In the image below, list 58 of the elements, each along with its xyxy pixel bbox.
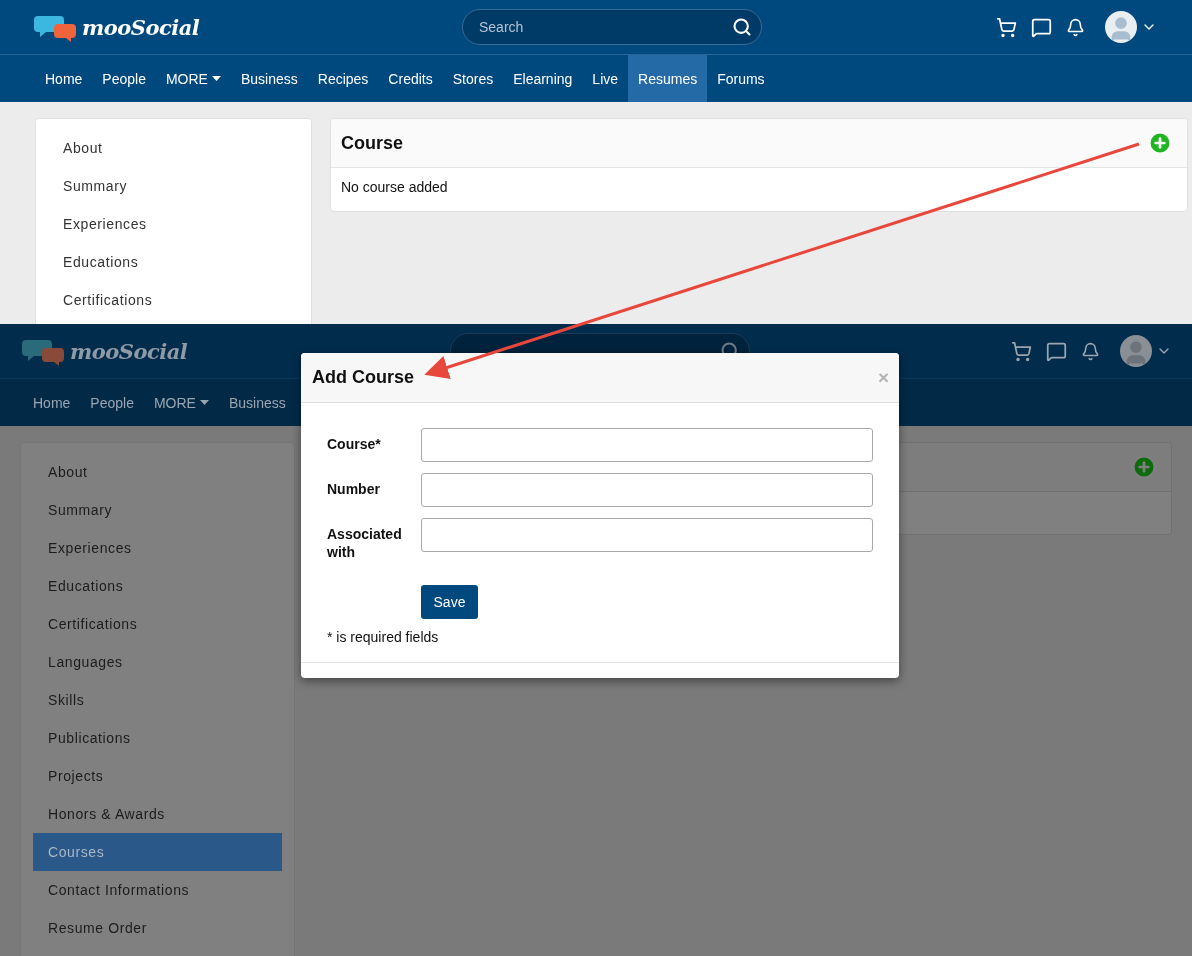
avatar-icon[interactable]	[1105, 11, 1137, 43]
sidebar-item[interactable]: Educations	[48, 243, 299, 281]
nav-link[interactable]: Forums	[707, 55, 775, 102]
sidebar-item[interactable]: Certifications	[48, 281, 299, 319]
sidebar-item[interactable]: Honors & Awards	[33, 795, 282, 833]
nav-link[interactable]: Home	[35, 55, 93, 102]
message-icon[interactable]	[1046, 340, 1067, 362]
nav-link[interactable]: Live	[582, 55, 629, 102]
search-icon[interactable]	[732, 17, 752, 37]
nav-link[interactable]: Stores	[442, 55, 504, 102]
save-button[interactable]: Save	[421, 585, 478, 619]
nav-link[interactable]: Elearning	[503, 55, 583, 102]
nav-link[interactable]: People	[92, 55, 156, 102]
caret-icon	[211, 76, 221, 81]
avatar-icon[interactable]	[1120, 335, 1152, 367]
nav-link[interactable]: Business	[218, 379, 296, 426]
nav-link[interactable]: MORE	[155, 55, 231, 102]
sidebar-item[interactable]: Educations	[33, 567, 282, 605]
sidebar-item[interactable]: Resume Order	[33, 909, 282, 947]
bell-icon[interactable]	[1081, 341, 1100, 361]
nav-link[interactable]: Resumes	[628, 55, 708, 102]
nav-link[interactable]: Recipes	[307, 55, 379, 102]
cart-icon[interactable]	[1011, 340, 1032, 362]
field-label: Course*	[327, 435, 382, 454]
sidebar-item[interactable]: About	[33, 453, 282, 491]
sidebar-item[interactable]: Languages	[33, 643, 282, 681]
sidebar-item[interactable]: Publications	[33, 719, 282, 757]
sidebar-item[interactable]: Projects	[33, 757, 282, 795]
nav-link[interactable]: Business	[230, 55, 308, 102]
required-note: * is required fields	[327, 629, 440, 645]
text-field[interactable]	[421, 473, 873, 507]
nav-link[interactable]: Credits	[378, 55, 443, 102]
message-icon[interactable]	[1031, 16, 1052, 38]
search-field[interactable]: Search	[462, 9, 762, 45]
sidebar-item[interactable]: Summary	[48, 167, 299, 205]
bell-icon[interactable]	[1066, 17, 1085, 37]
sidebar-item[interactable]: Courses	[33, 833, 282, 871]
brand-name[interactable]: mooSocial	[82, 14, 200, 40]
cart-icon[interactable]	[996, 16, 1017, 38]
brand-name[interactable]: mooSocial	[70, 338, 188, 364]
text-field[interactable]	[421, 428, 873, 462]
card-title: Course	[341, 132, 403, 154]
sidebar-item[interactable]: Summary	[33, 491, 282, 529]
nav-link[interactable]: Home	[23, 379, 81, 426]
dialog-title: Add Course	[312, 367, 414, 388]
nav-link[interactable]: MORE	[143, 379, 219, 426]
caret-icon	[199, 400, 209, 405]
sidebar-item[interactable]: Contact Informations	[33, 871, 282, 909]
sidebar-item[interactable]: Certifications	[33, 605, 282, 643]
field-label: Associated with	[327, 525, 403, 561]
sidebar-item[interactable]: Experiences	[48, 205, 299, 243]
empty-text: No course added	[340, 178, 449, 197]
nav-link[interactable]: People	[80, 379, 144, 426]
sidebar-item[interactable]: Experiences	[33, 529, 282, 567]
field-label: Number	[327, 480, 381, 499]
text-field[interactable]	[421, 518, 873, 552]
sidebar-item[interactable]: Skills	[33, 681, 282, 719]
sidebar-item[interactable]: About	[48, 129, 299, 167]
